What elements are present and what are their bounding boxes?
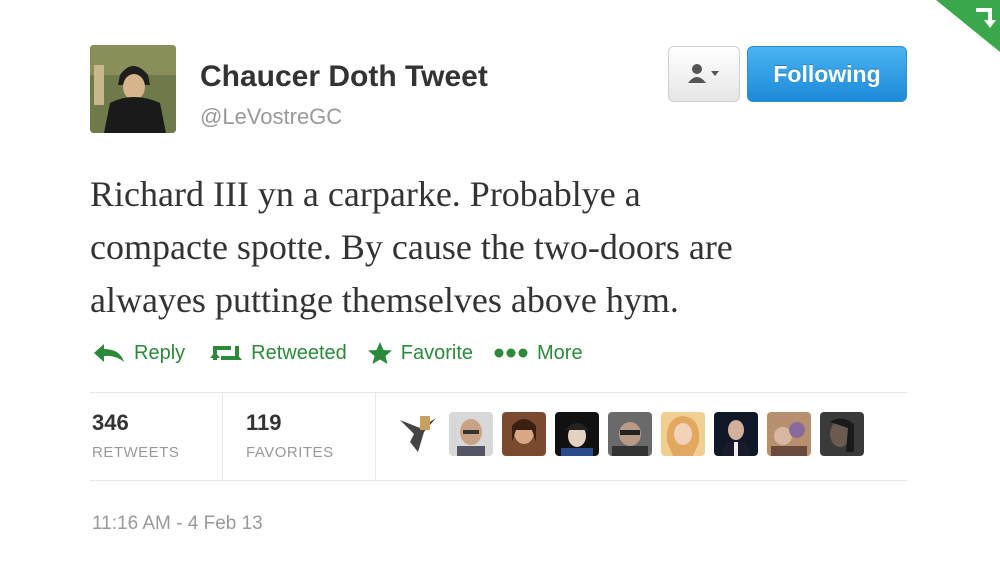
- stats-separator: [375, 392, 376, 480]
- stats-bottom-divider: [90, 480, 907, 481]
- reply-label: Reply: [134, 341, 186, 364]
- avatar[interactable]: [608, 412, 652, 456]
- user-icon: [688, 64, 719, 83]
- avatar[interactable]: [396, 412, 440, 456]
- favorites-stat[interactable]: 119 FAVORITES: [246, 392, 371, 480]
- tweet-text: Richard III yn a carparke. Probablye a c…: [90, 168, 930, 327]
- reply-action[interactable]: Reply: [92, 342, 185, 365]
- retweet-icon: [210, 346, 243, 360]
- more-dots-icon: [494, 348, 528, 358]
- following-button[interactable]: Following: [747, 46, 907, 102]
- more-label: More: [537, 341, 583, 364]
- author-screen-name[interactable]: @LeVostreGC: [200, 104, 342, 130]
- favorites-count: 119: [246, 410, 282, 435]
- avatar[interactable]: [502, 412, 546, 456]
- tweet-line: Richard III yn a carparke. Probablye a: [90, 174, 641, 214]
- avatar[interactable]: [555, 412, 599, 456]
- tweet-card: Chaucer Doth Tweet @LeVostreGC Following…: [0, 0, 1000, 578]
- reply-icon: [94, 344, 124, 362]
- retweet-corner-icon: [936, 0, 1000, 52]
- user-actions-dropdown[interactable]: [668, 46, 740, 102]
- author-avatar[interactable]: [90, 45, 176, 133]
- star-icon: [367, 342, 392, 364]
- favorites-label: FAVORITES: [246, 444, 334, 461]
- retweets-count: 346: [92, 410, 129, 435]
- stats-separator: [222, 392, 223, 480]
- tweet-line: compacte spotte. By cause the two-doors …: [90, 227, 733, 267]
- avatar[interactable]: [714, 412, 758, 456]
- avatar[interactable]: [767, 412, 811, 456]
- tweet-line: alwayes puttinge themselves above hym.: [90, 280, 679, 320]
- avatar[interactable]: [661, 412, 705, 456]
- favorite-action[interactable]: Favorite: [367, 341, 473, 365]
- retweets-label: RETWEETS: [92, 444, 180, 461]
- retweets-stat[interactable]: 346 RETWEETS: [92, 392, 217, 480]
- avatar[interactable]: [449, 412, 493, 456]
- retweet-label: Retweeted: [251, 341, 347, 364]
- favorite-label: Favorite: [400, 341, 474, 364]
- favoriters-avatars: [396, 412, 873, 456]
- tweet-timestamp[interactable]: 11:16 AM - 4 Feb 13: [92, 513, 263, 535]
- more-action[interactable]: More: [493, 342, 583, 365]
- tweet-actions: Reply Retweeted Favorite More: [92, 341, 603, 365]
- avatar[interactable]: [820, 412, 864, 456]
- author-display-name[interactable]: Chaucer Doth Tweet: [200, 60, 488, 94]
- retweet-action[interactable]: Retweeted: [209, 342, 347, 365]
